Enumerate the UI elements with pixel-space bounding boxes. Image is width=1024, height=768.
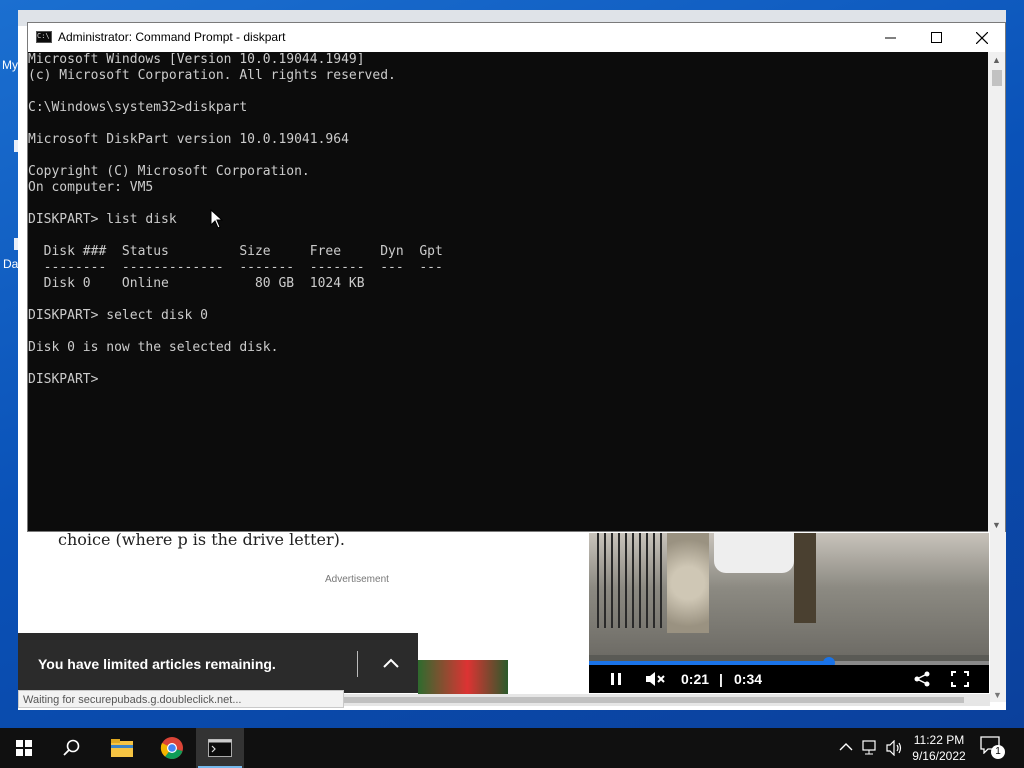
window-title: Administrator: Command Prompt - diskpart bbox=[58, 30, 286, 44]
desktop-icon-label-da[interactable]: Da bbox=[3, 257, 18, 271]
console-line: DISKPART> select disk 0 bbox=[28, 308, 209, 323]
article-text: choice (where p is the drive letter). bbox=[58, 530, 345, 549]
console-output[interactable]: Microsoft Windows [Version 10.0.19044.19… bbox=[28, 52, 988, 532]
title-bar[interactable]: C:\ Administrator: Command Prompt - disk… bbox=[28, 23, 1005, 52]
chrome-icon bbox=[160, 737, 183, 759]
file-explorer-icon bbox=[111, 739, 133, 757]
network-icon[interactable] bbox=[862, 740, 880, 756]
mouse-pointer-icon bbox=[210, 209, 224, 229]
console-line: Microsoft DiskPart version 10.0.19041.96… bbox=[28, 132, 349, 147]
console-line: Disk 0 is now the selected disk. bbox=[28, 340, 279, 355]
taskbar-chrome[interactable] bbox=[148, 728, 196, 768]
command-prompt-icon: C:\ bbox=[36, 31, 52, 43]
console-line: Copyright (C) Microsoft Corporation. bbox=[28, 164, 310, 179]
console-line: DISKPART> list disk bbox=[28, 212, 177, 227]
video-scene-pole bbox=[794, 533, 816, 623]
taskbar: 11:22 PM 9/16/2022 1 bbox=[0, 728, 1024, 768]
close-icon bbox=[976, 31, 988, 44]
start-button[interactable] bbox=[0, 728, 48, 768]
scroll-down-arrow-icon[interactable]: ▼ bbox=[992, 520, 1001, 530]
console-scrollbar[interactable]: ▲ ▼ bbox=[988, 52, 1005, 532]
advertisement-image[interactable] bbox=[418, 660, 508, 694]
volume-icon[interactable] bbox=[886, 740, 904, 756]
search-icon bbox=[63, 739, 80, 756]
paywall-divider bbox=[357, 651, 358, 677]
fullscreen-icon[interactable] bbox=[951, 671, 969, 687]
console-line: On computer: VM5 bbox=[28, 180, 154, 195]
console-line: Disk ### Status Size Free Dyn Gpt bbox=[28, 244, 443, 259]
command-prompt-icon bbox=[208, 739, 232, 757]
console-line: -------- ------------- ------- ------- -… bbox=[28, 260, 443, 275]
console-line: Disk 0 Online 80 GB 1024 KB bbox=[28, 276, 365, 291]
browser-status-bubble: Waiting for securepubads.g.doubleclick.n… bbox=[18, 690, 344, 708]
video-time-separator: | bbox=[719, 671, 723, 687]
notification-count-badge: 1 bbox=[991, 745, 1005, 759]
video-scene-car bbox=[714, 533, 794, 573]
video-duration: 0:34 bbox=[734, 671, 763, 687]
scrollbar-thumb[interactable] bbox=[344, 697, 964, 703]
minimize-button[interactable] bbox=[867, 23, 913, 52]
command-prompt-window[interactable]: C:\ Administrator: Command Prompt - disk… bbox=[27, 22, 1006, 532]
clock-time: 11:22 PM bbox=[913, 733, 965, 747]
scrollbar-thumb[interactable] bbox=[992, 70, 1002, 86]
desktop-icon-label-my[interactable]: My bbox=[2, 58, 18, 72]
scroll-down-arrow-icon[interactable]: ▼ bbox=[993, 690, 1002, 700]
console-line: DISKPART> bbox=[28, 372, 99, 387]
console-line: Microsoft Windows [Version 10.0.19044.19… bbox=[28, 52, 365, 67]
windows-logo-icon bbox=[16, 740, 32, 756]
taskbar-file-explorer[interactable] bbox=[98, 728, 146, 768]
close-button[interactable] bbox=[959, 23, 1005, 52]
video-controls: 0:21 | 0:34 bbox=[589, 665, 989, 693]
scroll-up-arrow-icon[interactable]: ▲ bbox=[992, 55, 1001, 65]
video-player[interactable]: 0:21 | 0:34 bbox=[589, 533, 989, 693]
taskbar-command-prompt[interactable] bbox=[196, 728, 244, 768]
video-scene-pillar bbox=[667, 533, 709, 633]
video-frame[interactable] bbox=[589, 533, 989, 655]
video-current-time: 0:21 bbox=[681, 671, 710, 687]
maximize-button[interactable] bbox=[913, 23, 959, 52]
chevron-up-icon[interactable] bbox=[382, 655, 400, 673]
notification-center-button[interactable]: 1 bbox=[980, 736, 1006, 760]
console-line: C:\Windows\system32>diskpart bbox=[28, 100, 248, 115]
maximize-icon bbox=[930, 32, 942, 43]
console-line: (c) Microsoft Corporation. All rights re… bbox=[28, 68, 396, 83]
video-scene-fence bbox=[597, 533, 667, 628]
search-button[interactable] bbox=[48, 728, 96, 768]
browser-horizontal-scrollbar[interactable] bbox=[344, 694, 990, 706]
clock-date: 9/16/2022 bbox=[912, 749, 966, 763]
minimize-icon bbox=[884, 37, 896, 39]
paywall-banner: You have limited articles remaining. bbox=[18, 633, 418, 693]
paywall-message: You have limited articles remaining. bbox=[38, 656, 276, 672]
pause-icon[interactable] bbox=[609, 672, 623, 686]
taskbar-clock[interactable]: 11:22 PM 9/16/2022 bbox=[908, 732, 970, 764]
share-icon[interactable] bbox=[913, 671, 931, 687]
muted-speaker-icon[interactable] bbox=[645, 671, 665, 687]
advertisement-label: Advertisement bbox=[325, 574, 389, 585]
chevron-up-icon[interactable] bbox=[839, 742, 853, 752]
